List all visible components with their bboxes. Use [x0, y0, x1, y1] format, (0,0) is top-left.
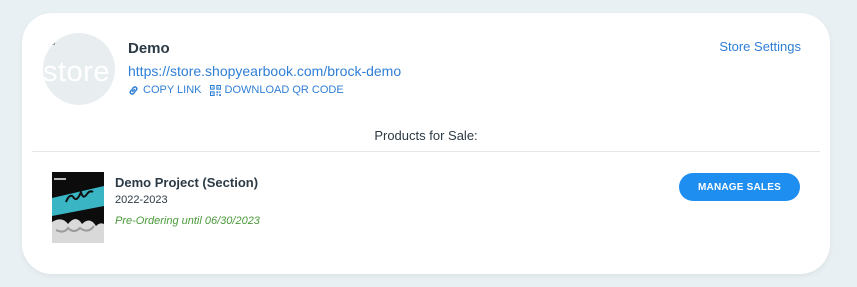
- store-link-actions: COPY LINK DOWNLOAD QR CODE: [128, 84, 344, 96]
- download-qr-label: DOWNLOAD QR CODE: [224, 84, 344, 96]
- download-qr-button[interactable]: DOWNLOAD QR CODE: [209, 84, 344, 96]
- store-card: store Demo https://store.shopyearbook.co…: [22, 13, 830, 274]
- qr-code-icon: [209, 84, 221, 96]
- product-status: Pre-Ordering until 06/30/2023: [115, 215, 260, 227]
- store-avatar: store: [43, 33, 115, 105]
- store-settings-link[interactable]: Store Settings: [719, 39, 801, 54]
- avatar-alt-text: store: [43, 56, 110, 88]
- manage-sales-button[interactable]: MANAGE SALES: [679, 173, 800, 201]
- product-thumbnail[interactable]: [52, 172, 104, 243]
- link-icon: [129, 85, 138, 95]
- store-url-link[interactable]: https://store.shopyearbook.com/brock-dem…: [128, 63, 401, 79]
- product-name: Demo Project (Section): [115, 175, 259, 190]
- product-year: 2022-2023: [115, 194, 168, 206]
- section-divider: [32, 151, 820, 152]
- copy-link-button[interactable]: COPY LINK: [128, 84, 202, 96]
- products-section-title: Products for Sale:: [374, 128, 478, 143]
- copy-link-label: COPY LINK: [143, 84, 202, 96]
- yearbook-cover-art: [52, 172, 104, 243]
- store-name: Demo: [128, 40, 170, 57]
- broken-image-icon: [45, 35, 55, 45]
